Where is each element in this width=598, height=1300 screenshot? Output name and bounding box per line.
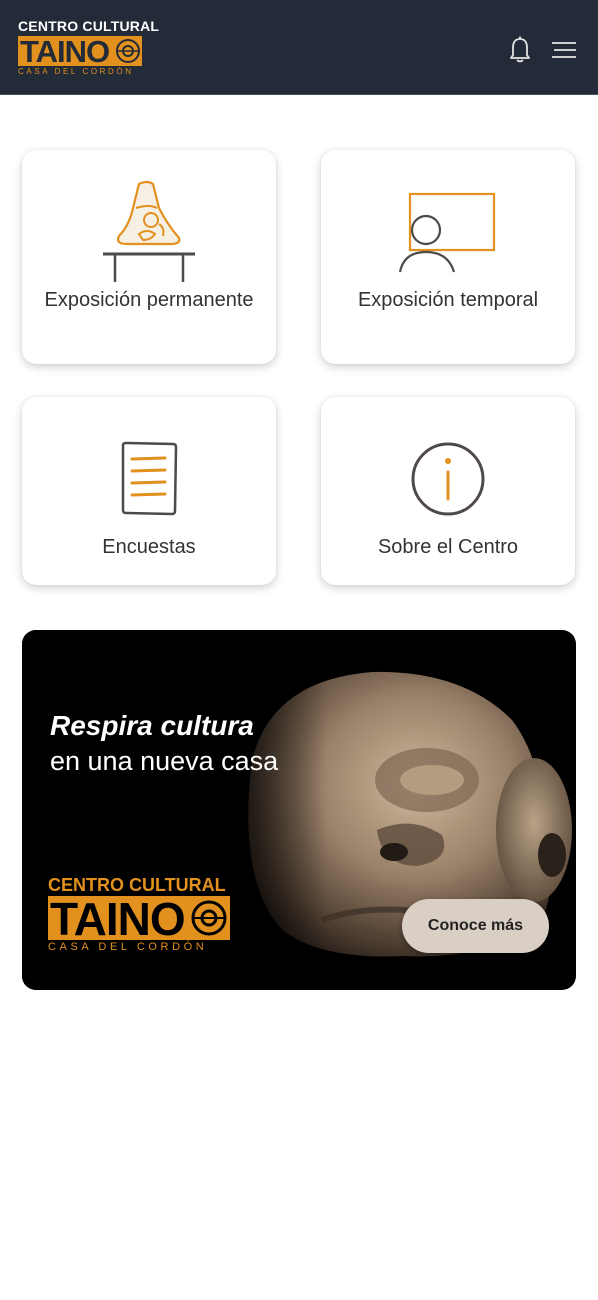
- logo-line-3: CASA DEL CORDÓN: [18, 67, 134, 76]
- conoce-mas-button[interactable]: Conoce más: [402, 899, 549, 953]
- banner-subtitle: en una nueva casa: [50, 746, 279, 776]
- artifact-pedestal-icon: [103, 180, 195, 282]
- taino-wordmark: TAINO: [18, 36, 142, 66]
- card-label: Exposición permanente: [44, 289, 254, 311]
- hamburger-menu-icon[interactable]: [550, 40, 578, 60]
- document-list-icon: [121, 441, 178, 516]
- centro-taino-logo[interactable]: CENTRO CULTURAL TAINO CASA DEL CORDÓN: [18, 18, 159, 78]
- banner-logo-line-1: CENTRO CULTURAL: [48, 875, 226, 895]
- logo-line-1: CENTRO CULTURAL: [18, 18, 160, 34]
- banner-logo-line-3: CASA DEL CORDÓN: [48, 941, 208, 953]
- banner-title: Respira cultura: [50, 710, 254, 741]
- svg-text:TAINO: TAINO: [50, 896, 185, 940]
- app-header: CENTRO CULTURAL TAINO CASA DEL CORDÓN: [0, 0, 598, 95]
- card-label: Sobre el Centro: [377, 536, 519, 558]
- presentation-screen-icon: [398, 192, 496, 273]
- info-circle-icon: [411, 442, 485, 516]
- card-label: Exposición temporal: [357, 289, 539, 311]
- card-label: Encuestas: [102, 536, 196, 558]
- card-sobre-el-centro[interactable]: Sobre el Centro: [321, 397, 575, 585]
- banner-taino-wordmark: TAINO: [48, 896, 230, 940]
- card-encuestas[interactable]: Encuestas: [22, 397, 276, 585]
- card-exposicion-temporal[interactable]: Exposición temporal: [321, 150, 575, 364]
- bell-icon[interactable]: [509, 36, 531, 64]
- card-exposicion-permanente[interactable]: Exposición permanente: [22, 150, 276, 364]
- promo-banner[interactable]: Respira cultura en una nueva casa CENTRO…: [22, 630, 576, 990]
- svg-text:TAINO: TAINO: [20, 36, 109, 66]
